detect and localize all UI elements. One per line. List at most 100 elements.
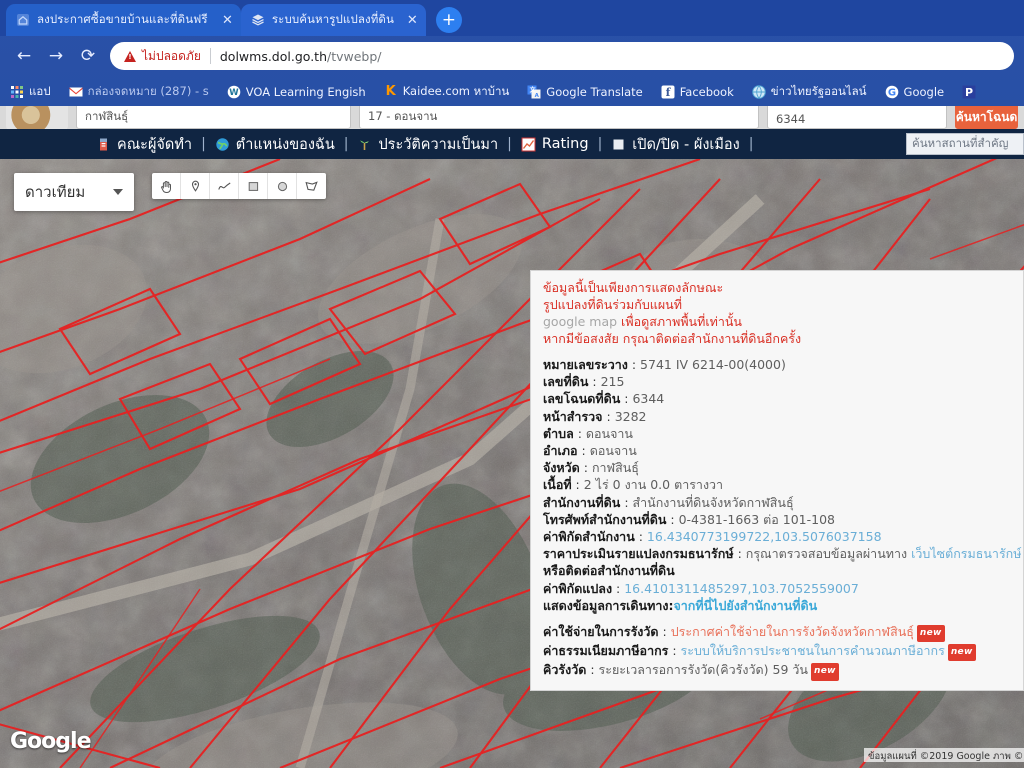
globe-icon <box>751 84 766 99</box>
forward-button[interactable]: → <box>40 40 72 72</box>
nav-label: Rating <box>541 136 589 152</box>
field-label: จังหวัด <box>543 460 580 476</box>
field-survey-page: หน้าสำรวจ : 3282 <box>543 408 647 424</box>
rectangle-tool[interactable] <box>239 173 268 199</box>
bookmark-google[interactable]: G Google <box>885 85 954 99</box>
district-input[interactable]: 17 - ดอนจาน <box>359 106 759 129</box>
search-deed-button[interactable]: ค้นหาโฉนด <box>955 106 1018 129</box>
field-value: สำนักงานที่ดินจังหวัดกาฬสินธุ์ <box>632 494 794 510</box>
tab-close-icon[interactable]: ✕ <box>407 14 418 27</box>
parcel-coordinates-value[interactable]: 16.4101311485297,103.7052559007 <box>624 581 859 596</box>
field-value: 215 <box>600 374 625 390</box>
svg-text:A: A <box>535 93 540 99</box>
tax-fee-link[interactable]: ระบบให้บริการประชาชนในการคำนวณภาษีอากร <box>681 643 945 658</box>
reload-button[interactable]: ⟳ <box>72 40 104 72</box>
field-value: 6344 <box>632 391 665 407</box>
treasury-hint: กรุณาตรวจสอบข้อมูลผ่านทาง <box>745 546 908 562</box>
sprout-icon <box>360 139 370 150</box>
bookmark-label: VOA Learning Engish <box>245 84 366 99</box>
field-label: ค่าพิกัดสำนักงาน <box>543 529 635 545</box>
new-tab-button[interactable]: + <box>435 7 462 33</box>
treasury-alt-text: หรือติดต่อสำนักงานที่ดิน <box>543 563 675 579</box>
bookmark-p[interactable]: P <box>962 85 990 99</box>
marker-tool[interactable] <box>181 173 210 199</box>
deed-search-form: กาฬสินธุ์ 17 - ดอนจาน 6344 ค้นหาโฉนด <box>0 106 1024 129</box>
treasury-website-link[interactable]: เว็บไซต์กรมธนารักษ์ <box>911 546 1021 561</box>
polyline-icon <box>217 182 230 190</box>
survey-cost-link[interactable]: ประกาศค่าใช้จ่ายในการรังวัดจังหวัดกาฬสิน… <box>671 624 914 639</box>
bookmark-label: Facebook <box>679 84 734 99</box>
back-button[interactable]: ← <box>8 40 40 72</box>
facebook-f-icon: f <box>661 85 675 99</box>
nav-separator: | <box>507 136 512 152</box>
office-coordinates-value[interactable]: 16.4340773199722,103.5076037158 <box>647 529 882 544</box>
nav-item-my-location[interactable]: ตำแหน่งของฉัน <box>215 133 335 156</box>
hand-icon <box>160 180 171 193</box>
url-host: dolwms.dol.go.th <box>219 48 327 64</box>
polygon-tool[interactable] <box>297 173 326 199</box>
bookmarks-bar: แอป กล่องจดหมาย (287) - s W VOA Learning… <box>0 77 1024 106</box>
bookmark-voa[interactable]: W VOA Learning Engish <box>227 85 375 99</box>
layers-icon <box>252 14 264 26</box>
queue-unit: วัน <box>792 662 808 678</box>
map-type-dropdown[interactable]: ดาวเทียม <box>14 173 134 211</box>
nav-label: ตำแหน่งของฉัน <box>235 136 335 153</box>
field-value: 3282 <box>614 408 647 424</box>
parcel-info-panel: ข้อมูลนี้เป็นเพียงการแสดงลักษณะ รูปแปลงท… <box>530 270 1024 691</box>
field-value: กาฬสินธุ์ <box>591 460 639 476</box>
bookmark-apps[interactable]: แอป <box>10 83 60 101</box>
browser-tab-1[interactable]: ลงประกาศซื้อขายบ้านและที่ดินฟรี! | ที่ ✕ <box>6 4 241 36</box>
address-bar[interactable]: ไม่ปลอดภัย dolwms.dol.go.th/tvwebp/ <box>110 42 1014 70</box>
route-directions-link[interactable]: จากที่นี่ไปยังสำนักงานที่ดิน <box>673 598 817 613</box>
new-badge: new <box>810 663 839 681</box>
bookmark-google-translate[interactable]: 文 A Google Translate <box>527 85 651 99</box>
tab-title: ระบบค้นหารูปแปลงที่ดิน <box>271 12 394 26</box>
bookmark-gmail[interactable]: กล่องจดหมาย (287) - s <box>69 83 218 101</box>
svg-text:P: P <box>965 86 973 99</box>
queue-text: ระยะเวลารอการรังวัด(คิวรังวัด) <box>598 662 769 678</box>
disclaimer-line-1: ข้อมูลนี้เป็นเพียงการแสดงลักษณะ <box>543 280 724 295</box>
nav-item-city-plan-toggle[interactable]: เปิด/ปิด - ผังเมือง <box>611 133 740 156</box>
building-icon <box>100 138 107 150</box>
google-map-text: google map <box>543 314 618 329</box>
disclaimer-line-2: รูปแปลงที่ดินร่วมกับแผนที่ <box>543 297 682 312</box>
disclaimer-line-4: หากมีข้อสงสัย กรุณาติดต่อสำนักงานที่ดินอ… <box>543 331 802 346</box>
home-icon <box>17 14 29 26</box>
field-label: ตำบล <box>543 425 574 441</box>
tab-close-icon[interactable]: ✕ <box>222 14 233 27</box>
nav-label: คณะผู้จัดทำ <box>117 136 193 153</box>
browser-window: ลงประกาศซื้อขายบ้านและที่ดินฟรี! | ที่ ✕… <box>0 0 1024 768</box>
tab-title: ลงประกาศซื้อขายบ้านและที่ดินฟรี! | ที่ <box>37 12 209 26</box>
site-navigation: คณะผู้จัดทำ | ตำแหน่งของฉัน | ประวัติควา… <box>0 129 1024 159</box>
field-land-number: เลขที่ดิน : 215 <box>543 374 625 390</box>
polyline-tool[interactable] <box>210 173 239 199</box>
province-input[interactable]: กาฬสินธุ์ <box>76 106 351 129</box>
field-label: สำนักงานที่ดิน <box>543 494 621 510</box>
nav-label: เปิด/ปิด - ผังเมือง <box>632 136 740 153</box>
field-label: ค่าธรรมเนียมภาษีอากร <box>543 643 669 659</box>
nav-item-rating[interactable]: Rating <box>521 136 589 152</box>
navigation-bar: ← → ⟳ ไม่ปลอดภัย dolwms.dol.go.th/tvwebp… <box>0 36 1024 76</box>
wordpress-icon: W <box>227 85 241 98</box>
field-map-sheet: หมายเลขระวาง : 5741 IV 6214-00(4000) <box>543 357 786 372</box>
bookmark-thairath[interactable]: ข่าวไทยรัฐออนไลน์ <box>751 83 876 101</box>
bookmark-facebook[interactable]: f Facebook <box>661 85 743 99</box>
field-route-info: แสดงข้อมูลการเดินทาง:จากที่นี่ไปยังสำนัก… <box>543 597 1013 614</box>
nav-item-history[interactable]: ประวัติความเป็นมา <box>357 133 498 156</box>
browser-chrome: ลงประกาศซื้อขายบ้านและที่ดินฟรี! | ที่ ✕… <box>0 0 1024 110</box>
bookmark-kaidee[interactable]: K Kaidee.com หาบ้าน <box>384 83 519 101</box>
field-area: เนื้อที่ : 2 ไร่ 0 งาน 0.0 ตารางวา <box>543 477 724 493</box>
web-page: กาฬสินธุ์ 17 - ดอนจาน 6344 ค้นหาโฉนด คณะ… <box>0 106 1024 768</box>
browser-tab-2[interactable]: ระบบค้นหารูปแปลงที่ดิน ✕ <box>240 4 426 36</box>
field-label: เลขที่ดิน <box>543 374 589 390</box>
field-label: ราคาประเมินรายแปลงกรมธนารักษ์ <box>543 546 734 562</box>
field-office-coordinates: ค่าพิกัดสำนักงาน : 16.4340773199722,103.… <box>543 529 882 545</box>
rectangle-icon <box>248 181 258 191</box>
deed-number-input[interactable]: 6344 <box>767 106 947 129</box>
field-survey-cost: ค่าใช้จ่ายในการรังวัด : ประกาศค่าใช้จ่าย… <box>543 623 1013 643</box>
landmark-search-input[interactable]: ค้นหาสถานที่สำคัญ <box>906 133 1024 155</box>
circle-tool[interactable] <box>268 173 297 199</box>
nav-item-committee[interactable]: คณะผู้จัดทำ <box>96 133 192 156</box>
pan-hand-tool[interactable] <box>152 173 181 199</box>
field-label: โทรศัพท์สำนักงานที่ดิน <box>543 511 667 527</box>
